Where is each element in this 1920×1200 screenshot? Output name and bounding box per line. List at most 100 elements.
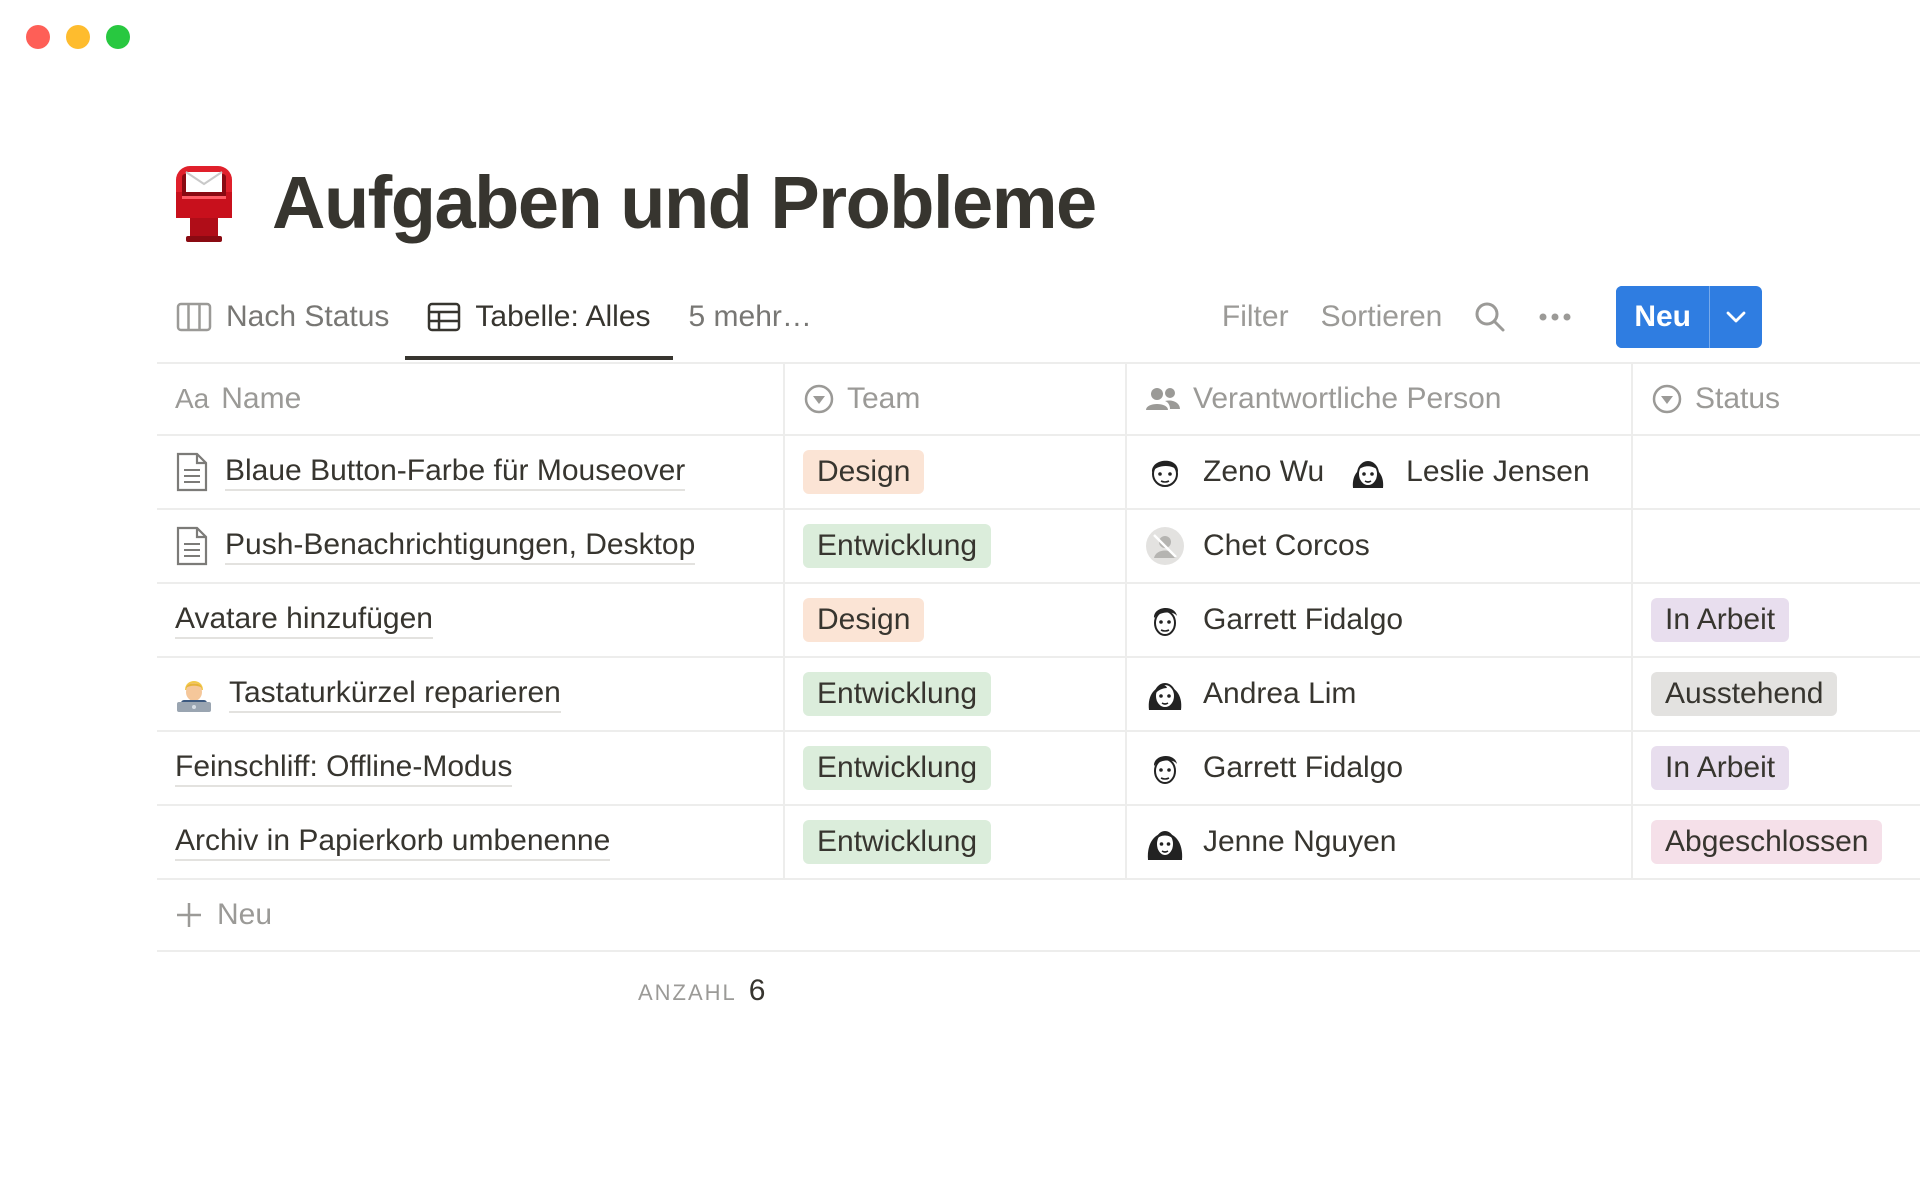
new-button[interactable]: Neu <box>1616 286 1709 348</box>
name-cell[interactable]: Archiv in Papierkorb umbenenne <box>157 806 785 878</box>
tab-nach-status[interactable]: Nach Status <box>172 286 393 348</box>
more-icon[interactable] <box>1538 312 1572 322</box>
name-cell[interactable]: Feinschliff: Offline-Modus <box>157 732 785 804</box>
database-table: Aa Name Team Verantwortliche Person Stat… <box>157 362 1920 952</box>
name-cell[interactable]: Push-Benachrichtigungen, Desktop <box>157 510 785 582</box>
sort-button[interactable]: Sortieren <box>1321 300 1443 334</box>
status-cell[interactable]: In Arbeit <box>1633 732 1920 804</box>
close-window-button[interactable] <box>26 25 50 49</box>
minimize-window-button[interactable] <box>66 25 90 49</box>
column-header-label: Team <box>847 382 921 415</box>
app-window: Aufgaben und Probleme Nach Status Tabell… <box>0 0 1920 1200</box>
table-row[interactable]: Blaue Button-Farbe für Mouseover Design … <box>157 436 1920 510</box>
database-toolbar: Filter Sortieren Neu <box>1190 286 1762 348</box>
team-tag: Design <box>803 450 925 494</box>
row-title[interactable]: Push-Benachrichtigungen, Desktop <box>225 528 696 565</box>
status-tag: Ausstehend <box>1651 672 1838 716</box>
table-row[interactable]: Push-Benachrichtigungen, Desktop Entwick… <box>157 510 1920 584</box>
status-cell[interactable]: Ausstehend <box>1633 658 1920 730</box>
column-header-label: Status <box>1695 382 1781 415</box>
person-chip: Garrett Fidalgo <box>1145 600 1403 640</box>
column-header-team[interactable]: Team <box>785 364 1127 434</box>
row-title[interactable]: Blaue Button-Farbe für Mouseover <box>225 454 686 491</box>
zoom-window-button[interactable] <box>106 25 130 49</box>
team-tag: Design <box>803 598 925 642</box>
add-row-button[interactable]: Neu <box>157 880 1920 952</box>
person-chip: Zeno Wu <box>1145 452 1324 492</box>
count-label: ANZAHL <box>638 980 737 1005</box>
window-controls <box>26 25 130 49</box>
plus-icon <box>175 901 203 929</box>
page-title: Aufgaben und Probleme <box>272 161 1097 244</box>
table-row[interactable]: Avatare hinzufügen Design Garrett Fidalg… <box>157 584 1920 658</box>
team-cell[interactable]: Design <box>785 584 1127 656</box>
status-tag: In Arbeit <box>1651 746 1790 790</box>
person-name: Garrett Fidalgo <box>1203 603 1404 636</box>
team-cell[interactable]: Entwicklung <box>785 732 1127 804</box>
team-cell[interactable]: Entwicklung <box>785 806 1127 878</box>
select-property-icon <box>803 383 835 415</box>
table-header-row: Aa Name Team Verantwortliche Person Stat… <box>157 362 1920 436</box>
person-chip: Jenne Nguyen <box>1145 822 1396 862</box>
person-cell[interactable]: Garrett Fidalgo <box>1127 584 1633 656</box>
person-chip: Andrea Lim <box>1145 674 1356 714</box>
row-title[interactable]: Tastaturkürzel reparieren <box>229 676 561 713</box>
avatar <box>1352 461 1384 488</box>
document-icon <box>175 526 209 566</box>
search-icon[interactable] <box>1474 301 1506 333</box>
tab-tabelle-alles[interactable]: Tabelle: Alles <box>405 286 673 360</box>
tab-more-views[interactable]: 5 mehr… <box>685 286 816 348</box>
page-header: Aufgaben und Probleme <box>172 160 1097 245</box>
table-row[interactable]: Tastaturkürzel reparieren Entwicklung An… <box>157 658 1920 732</box>
person-name: Jenne Nguyen <box>1203 825 1397 858</box>
row-title[interactable]: Avatare hinzufügen <box>175 602 433 639</box>
name-cell[interactable]: Avatare hinzufügen <box>157 584 785 656</box>
row-title[interactable]: Feinschliff: Offline-Modus <box>175 750 513 787</box>
team-tag: Entwicklung <box>803 820 992 864</box>
tab-label: Nach Status <box>226 300 390 333</box>
new-button-group: Neu <box>1616 286 1762 348</box>
filter-button[interactable]: Filter <box>1222 300 1289 334</box>
person-name: Chet Corcos <box>1203 529 1370 562</box>
tab-label: 5 mehr… <box>688 300 812 333</box>
table-row[interactable]: Feinschliff: Offline-Modus Entwicklung G… <box>157 732 1920 806</box>
person-name: Zeno Wu <box>1203 455 1325 488</box>
avatar <box>1148 683 1182 710</box>
avatar <box>1153 607 1177 636</box>
status-cell[interactable]: In Arbeit <box>1633 584 1920 656</box>
person-chip: Chet Corcos <box>1145 526 1370 566</box>
column-header-status[interactable]: Status <box>1633 364 1920 434</box>
person-cell[interactable]: Chet Corcos <box>1127 510 1633 582</box>
status-cell[interactable] <box>1633 436 1920 508</box>
team-tag: Entwicklung <box>803 672 992 716</box>
team-cell[interactable]: Entwicklung <box>785 658 1127 730</box>
people-property-icon <box>1145 385 1181 413</box>
person-cell[interactable]: Garrett Fidalgo <box>1127 732 1633 804</box>
team-cell[interactable]: Design <box>785 436 1127 508</box>
name-cell[interactable]: Tastaturkürzel reparieren <box>157 658 785 730</box>
avatar-placeholder-icon <box>1146 527 1184 565</box>
person-cell[interactable]: Andrea Lim <box>1127 658 1633 730</box>
team-tag: Entwicklung <box>803 746 992 790</box>
team-tag: Entwicklung <box>803 524 992 568</box>
avatar <box>1151 460 1179 487</box>
row-title[interactable]: Archiv in Papierkorb umbenenne <box>175 824 611 861</box>
avatar <box>1147 831 1183 860</box>
new-dropdown-button[interactable] <box>1709 286 1762 348</box>
table-row[interactable]: Archiv in Papierkorb umbenenne Entwicklu… <box>157 806 1920 880</box>
text-property-icon: Aa <box>175 383 210 414</box>
name-cell[interactable]: Blaue Button-Farbe für Mouseover <box>157 436 785 508</box>
row-count-summary[interactable]: ANZAHL 6 <box>638 974 765 1008</box>
person-cell[interactable]: Jenne Nguyen <box>1127 806 1633 878</box>
status-cell[interactable] <box>1633 510 1920 582</box>
column-header-label: Name <box>221 382 302 415</box>
technologist-emoji-icon <box>177 681 211 712</box>
team-cell[interactable]: Entwicklung <box>785 510 1127 582</box>
status-cell[interactable]: Abgeschlossen <box>1633 806 1920 878</box>
person-chip: Garrett Fidalgo <box>1145 748 1403 788</box>
postbox-icon[interactable] <box>172 162 236 244</box>
chevron-down-icon <box>1726 311 1746 323</box>
column-header-person[interactable]: Verantwortliche Person <box>1127 364 1633 434</box>
person-cell[interactable]: Zeno Wu Leslie Jensen <box>1127 436 1633 508</box>
column-header-name[interactable]: Aa Name <box>157 364 785 434</box>
